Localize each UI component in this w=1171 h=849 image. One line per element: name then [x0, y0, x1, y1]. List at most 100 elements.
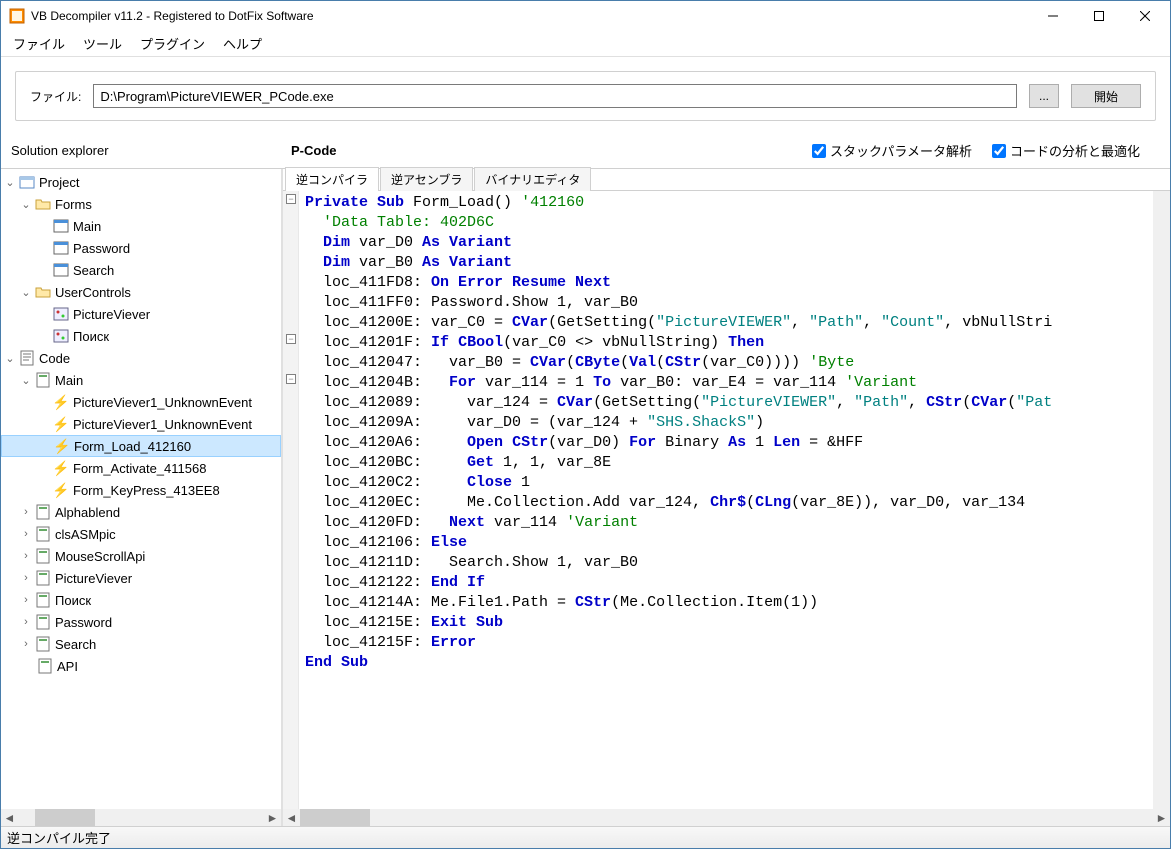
expand-icon[interactable]: ›	[19, 550, 33, 562]
scroll-thumb[interactable]	[35, 809, 95, 826]
main-area: ⌄ Project ⌄ Forms Main Password	[1, 168, 1170, 826]
event-icon: ⚡	[53, 460, 69, 476]
tree-event-pv1b[interactable]: ⚡ PictureViever1_UnknownEvent	[1, 413, 281, 435]
tree-code[interactable]: ⌄ Code	[1, 347, 281, 369]
scroll-right-icon[interactable]: ►	[1153, 809, 1170, 826]
explorer-hscrollbar[interactable]: ◄ ►	[1, 809, 281, 826]
tree-uc-poisk[interactable]: Поиск	[1, 325, 281, 347]
status-text: 逆コンパイル完了	[7, 828, 111, 847]
tree-code-main[interactable]: ⌄ Main	[1, 369, 281, 391]
module-icon	[37, 658, 53, 674]
event-icon: ⚡	[53, 416, 69, 432]
project-icon	[19, 174, 35, 190]
form-icon	[53, 240, 69, 256]
folder-open-icon	[35, 284, 51, 300]
folder-open-icon	[35, 196, 51, 212]
scroll-left-icon[interactable]: ◄	[1, 809, 18, 826]
usercontrol-icon	[53, 306, 69, 322]
code-gutter: − − −	[283, 191, 299, 809]
expand-icon[interactable]: ›	[19, 506, 33, 518]
expand-icon[interactable]: ›	[19, 528, 33, 540]
stack-param-checkbox[interactable]: スタックパラメータ解析	[812, 141, 972, 160]
expand-icon[interactable]: ⌄	[19, 198, 33, 211]
app-window: VB Decompiler v11.2 - Registered to DotF…	[0, 0, 1171, 849]
module-icon	[35, 636, 51, 652]
optimize-checkbox[interactable]: コードの分析と最適化	[992, 141, 1140, 160]
fold-icon[interactable]: −	[286, 334, 296, 344]
module-icon	[35, 504, 51, 520]
tree-mod-search[interactable]: › Search	[1, 633, 281, 655]
file-label: ファイル:	[30, 88, 81, 105]
tab-binary-editor[interactable]: バイナリエディタ	[474, 167, 591, 191]
menu-plugins[interactable]: プラグイン	[132, 31, 213, 56]
tree-mod-alphablend[interactable]: › Alphablend	[1, 501, 281, 523]
tree-mod-clsasmpic[interactable]: › clsASMpic	[1, 523, 281, 545]
tree-usercontrols[interactable]: ⌄ UserControls	[1, 281, 281, 303]
scroll-right-icon[interactable]: ►	[264, 809, 281, 826]
expand-icon[interactable]: ⌄	[3, 352, 17, 365]
tree-form-search[interactable]: Search	[1, 259, 281, 281]
menu-file[interactable]: ファイル	[5, 31, 73, 56]
code-tabs: 逆コンパイラ 逆アセンブラ バイナリエディタ	[283, 169, 1170, 191]
fold-icon[interactable]: −	[286, 374, 296, 384]
module-icon	[35, 592, 51, 608]
code-vscrollbar[interactable]	[1153, 191, 1170, 809]
scroll-left-icon[interactable]: ◄	[283, 809, 300, 826]
tree-mod-pictureviewer[interactable]: › PictureViever	[1, 567, 281, 589]
tree-mod-poisk[interactable]: › Поиск	[1, 589, 281, 611]
expand-icon[interactable]: ›	[19, 616, 33, 628]
tree-event-formactivate[interactable]: ⚡ Form_Activate_411568	[1, 457, 281, 479]
titlebar: VB Decompiler v11.2 - Registered to DotF…	[1, 1, 1170, 31]
optimize-check-input[interactable]	[992, 144, 1006, 158]
sub-header: Solution explorer P-Code スタックパラメータ解析 コード…	[1, 135, 1170, 168]
menu-help[interactable]: ヘルプ	[215, 31, 270, 56]
stack-param-check-input[interactable]	[812, 144, 826, 158]
browse-button[interactable]: ...	[1029, 84, 1059, 108]
menu-tools[interactable]: ツール	[75, 31, 130, 56]
event-icon: ⚡	[53, 394, 69, 410]
tab-disassembly[interactable]: 逆アセンブラ	[380, 167, 473, 191]
code-hscrollbar[interactable]: ◄ ►	[283, 809, 1170, 826]
minimize-button[interactable]	[1030, 1, 1076, 31]
tree-event-formload[interactable]: ⚡ Form_Load_412160	[1, 435, 281, 457]
close-button[interactable]	[1122, 1, 1168, 31]
tree-mod-mousescroll[interactable]: › MouseScrollApi	[1, 545, 281, 567]
expand-icon[interactable]: ›	[19, 572, 33, 584]
code-text[interactable]: Private Sub Form_Load() '412160 'Data Ta…	[283, 191, 1170, 809]
expand-icon[interactable]: ›	[19, 638, 33, 650]
module-icon	[35, 526, 51, 542]
expand-icon[interactable]: ⌄	[3, 176, 17, 189]
tree-forms[interactable]: ⌄ Forms	[1, 193, 281, 215]
tree-mod-api[interactable]: API	[1, 655, 281, 677]
menubar: ファイル ツール プラグイン ヘルプ	[1, 31, 1170, 57]
start-button[interactable]: 開始	[1071, 84, 1141, 108]
tab-decompile[interactable]: 逆コンパイラ	[285, 167, 379, 191]
window-title: VB Decompiler v11.2 - Registered to DotF…	[31, 9, 1030, 23]
tree-form-password[interactable]: Password	[1, 237, 281, 259]
code-icon	[19, 350, 35, 366]
statusbar: 逆コンパイル完了	[1, 826, 1170, 848]
tree-event-formkeypress[interactable]: ⚡ Form_KeyPress_413EE8	[1, 479, 281, 501]
expand-icon[interactable]: ⌄	[19, 374, 33, 387]
usercontrol-icon	[53, 328, 69, 344]
file-path-input[interactable]	[93, 84, 1017, 108]
tree-mod-password[interactable]: › Password	[1, 611, 281, 633]
code-area[interactable]: − − − Private Sub Form_Load() '412160 'D…	[283, 191, 1170, 809]
tree-project[interactable]: ⌄ Project	[1, 171, 281, 193]
tree-form-main[interactable]: Main	[1, 215, 281, 237]
project-tree[interactable]: ⌄ Project ⌄ Forms Main Password	[1, 169, 281, 809]
expand-icon[interactable]: ›	[19, 594, 33, 606]
file-toolbar-area: ファイル: ... 開始	[1, 57, 1170, 135]
tree-uc-pictureviewer[interactable]: PictureViever	[1, 303, 281, 325]
code-pane: 逆コンパイラ 逆アセンブラ バイナリエディタ − − − Private Sub…	[283, 169, 1170, 826]
fold-icon[interactable]: −	[286, 194, 296, 204]
event-icon: ⚡	[53, 482, 69, 498]
scroll-thumb[interactable]	[300, 809, 370, 826]
module-icon	[35, 548, 51, 564]
maximize-button[interactable]	[1076, 1, 1122, 31]
event-icon: ⚡	[54, 438, 70, 454]
expand-icon[interactable]: ⌄	[19, 286, 33, 299]
file-toolbar: ファイル: ... 開始	[15, 71, 1156, 121]
module-icon	[35, 372, 51, 388]
tree-event-pv1a[interactable]: ⚡ PictureViever1_UnknownEvent	[1, 391, 281, 413]
